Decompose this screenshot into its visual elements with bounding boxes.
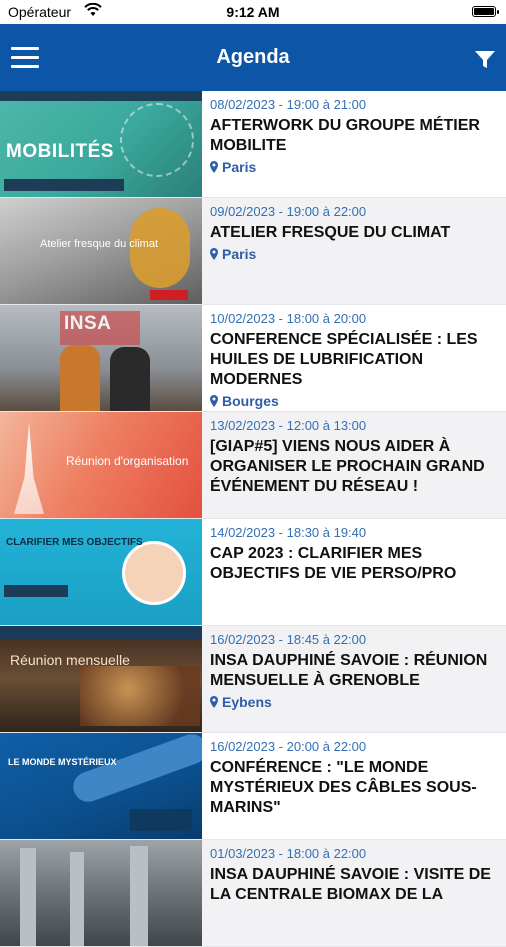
event-date: 13/02/2023 - 12:00 à 13:00	[210, 418, 367, 433]
event-title: CONFÉRENCE : "LE MONDE MYSTÉRIEUX DES CÂ…	[210, 759, 477, 816]
event-location: Paris	[210, 159, 498, 175]
event-date: 10/02/2023 - 18:00 à 20:00	[210, 311, 367, 326]
event-thumbnail: Réunion mensuelle	[0, 626, 202, 732]
event-date: 08/02/2023 - 19:00 à 21:00	[210, 97, 367, 112]
event-date: 16/02/2023 - 20:00 à 22:00	[210, 739, 367, 754]
top-app-bar: Agenda	[0, 24, 506, 91]
event-row[interactable]: MOBILITÉS 08/02/2023 - 19:00 à 21:00 AFT…	[0, 91, 506, 198]
event-thumbnail: LE MONDE MYSTÉRIEUX	[0, 733, 202, 839]
event-row[interactable]: Atelier fresque du climat 09/02/2023 - 1…	[0, 198, 506, 305]
event-date: 14/02/2023 - 18:30 à 19:40	[210, 525, 367, 540]
event-location: Paris	[210, 246, 498, 262]
event-thumbnail: INSA	[0, 305, 202, 411]
thumbnail-text: Atelier fresque du climat	[40, 238, 158, 250]
event-thumbnail: CLARIFIER MES OBJECTIFS	[0, 519, 202, 625]
event-title: CAP 2023 : CLARIFIER MES OBJECTIFS DE VI…	[210, 545, 457, 582]
event-date: 16/02/2023 - 18:45 à 22:00	[210, 632, 367, 647]
event-location-label: Paris	[222, 246, 257, 262]
event-row[interactable]: 01/03/2023 - 18:00 à 22:00 INSA DAUPHINÉ…	[0, 840, 506, 947]
event-row[interactable]: Réunion d'organisation 13/02/2023 - 12:0…	[0, 412, 506, 519]
event-location: Bourges	[210, 393, 498, 409]
event-title: CONFERENCE SPÉCIALISÉE : LES HUILES DE L…	[210, 331, 478, 388]
event-title: ATELIER FRESQUE DU CLIMAT	[210, 224, 451, 241]
location-pin-icon	[210, 161, 218, 173]
event-thumbnail: Réunion d'organisation	[0, 412, 202, 518]
status-bar: Opérateur 9:12 AM	[0, 0, 506, 24]
event-thumbnail: Atelier fresque du climat	[0, 198, 202, 304]
event-title: AFTERWORK DU GROUPE MÉTIER MOBILITE	[210, 117, 480, 154]
location-pin-icon	[210, 395, 218, 407]
thumbnail-text: CLARIFIER MES OBJECTIFS	[6, 537, 143, 548]
event-date: 09/02/2023 - 19:00 à 22:00	[210, 204, 367, 219]
thumbnail-text: LE MONDE MYSTÉRIEUX	[8, 757, 117, 767]
battery-icon	[472, 6, 499, 17]
thumbnail-text: INSA	[64, 313, 112, 334]
thumbnail-text: Réunion mensuelle	[10, 652, 130, 668]
event-title: [GIAP#5] VIENS NOUS AIDER À ORGANISER LE…	[210, 438, 485, 495]
event-row[interactable]: LE MONDE MYSTÉRIEUX 16/02/2023 - 20:00 à…	[0, 733, 506, 840]
thumbnail-text: MOBILITÉS	[6, 141, 114, 162]
event-location-label: Paris	[222, 159, 257, 175]
page-title: Agenda	[216, 46, 290, 68]
event-title: INSA DAUPHINÉ SAVOIE : VISITE DE LA CENT…	[210, 866, 491, 903]
event-date: 01/03/2023 - 18:00 à 22:00	[210, 846, 367, 861]
event-location: Eybens	[210, 694, 498, 710]
event-row[interactable]: CLARIFIER MES OBJECTIFS 14/02/2023 - 18:…	[0, 519, 506, 626]
location-pin-icon	[210, 696, 218, 708]
location-pin-icon	[210, 248, 218, 260]
filter-icon[interactable]	[474, 50, 496, 70]
event-thumbnail	[0, 840, 202, 946]
thumbnail-text: Réunion d'organisation	[66, 454, 189, 468]
event-row[interactable]: Réunion mensuelle 16/02/2023 - 18:45 à 2…	[0, 626, 506, 733]
event-location-label: Bourges	[222, 393, 279, 409]
event-row[interactable]: INSA 10/02/2023 - 18:00 à 20:00 CONFEREN…	[0, 305, 506, 412]
event-list: MOBILITÉS 08/02/2023 - 19:00 à 21:00 AFT…	[0, 91, 506, 947]
status-time: 9:12 AM	[226, 4, 280, 20]
event-location-label: Eybens	[222, 694, 272, 710]
event-thumbnail: MOBILITÉS	[0, 91, 202, 197]
event-title: INSA DAUPHINÉ SAVOIE : RÉUNION MENSUELLE…	[210, 652, 488, 689]
